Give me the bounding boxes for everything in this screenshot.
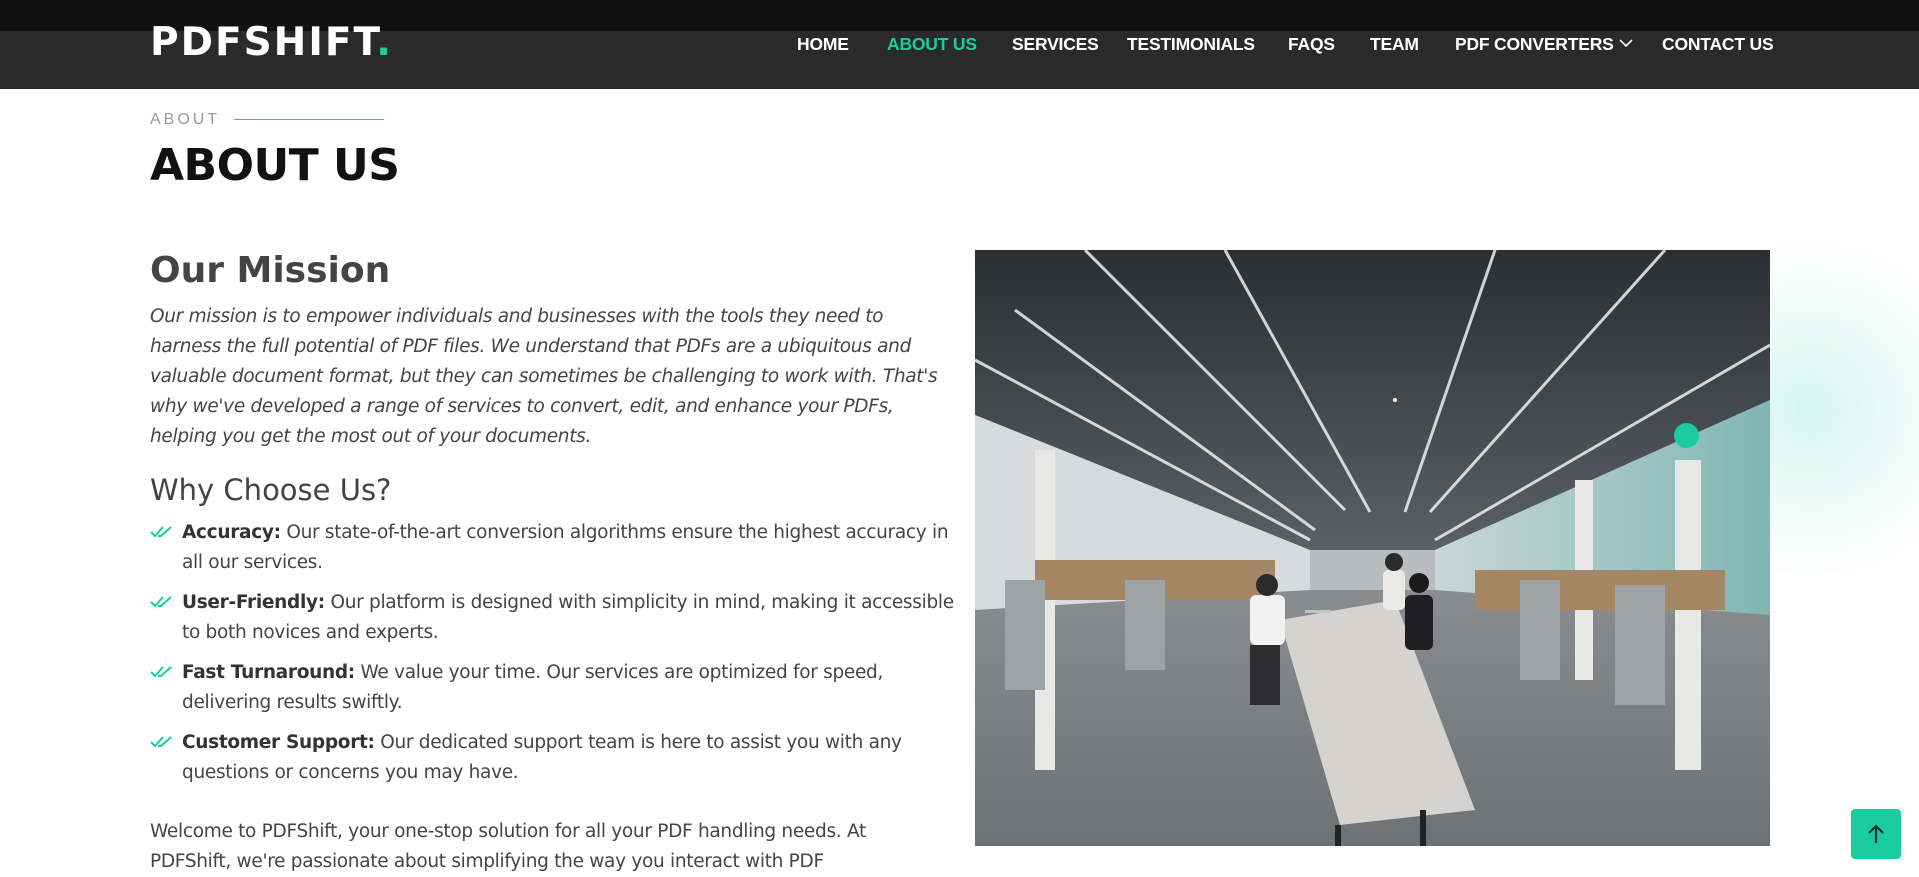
double-check-icon: [150, 666, 172, 678]
features-list: Accuracy: Our state-of-the-art conversio…: [150, 518, 960, 798]
nav-pdf-converters[interactable]: PDF CONVERTERS: [1455, 31, 1633, 57]
double-check-icon: [150, 526, 172, 538]
feature-label: Fast Turnaround:: [182, 662, 355, 683]
logo-dot: .: [376, 20, 393, 65]
eyebrow-divider: [234, 119, 384, 120]
nav-home[interactable]: HOME: [797, 31, 849, 57]
feature-item-fast-turnaround: Fast Turnaround: We value your time. Our…: [150, 658, 960, 718]
feature-label: User-Friendly:: [182, 592, 325, 613]
mission-title: Our Mission: [150, 250, 391, 291]
nav-faqs[interactable]: FAQS: [1288, 31, 1335, 57]
nav-team[interactable]: TEAM: [1370, 31, 1419, 57]
welcome-text: Welcome to PDFShift, your one-stop solut…: [150, 821, 866, 872]
double-check-icon: [150, 736, 172, 748]
section-eyebrow: ABOUT: [150, 111, 221, 128]
chevron-down-icon: [1619, 39, 1633, 48]
feature-item-user-friendly: User-Friendly: Our platform is designed …: [150, 588, 960, 648]
nav-contact-us[interactable]: CONTACT US: [1662, 31, 1774, 57]
logo[interactable]: PDFSHIFT.: [150, 18, 393, 68]
feature-label: Accuracy:: [182, 522, 281, 543]
back-to-top-button[interactable]: [1851, 809, 1901, 859]
page-title: ABOUT US: [150, 140, 400, 191]
arrow-up-icon: [1868, 824, 1884, 843]
mission-text: Our mission is to empower individuals an…: [150, 306, 938, 447]
why-choose-us-title: Why Choose Us?: [150, 473, 392, 507]
feature-item-accuracy: Accuracy: Our state-of-the-art conversio…: [150, 518, 960, 578]
feature-label: Customer Support:: [182, 732, 375, 753]
nav-services[interactable]: SERVICES: [1012, 31, 1099, 57]
feature-text: Our state-of-the-art conversion algorith…: [182, 522, 949, 573]
office-illustration: [975, 250, 1770, 846]
feature-item-customer-support: Customer Support: Our dedicated support …: [150, 728, 960, 788]
nav-testimonials[interactable]: TESTIMONIALS: [1127, 31, 1255, 57]
nav-pdf-converters-label: PDF CONVERTERS: [1455, 34, 1614, 54]
accent-dot: [1674, 423, 1699, 448]
double-check-icon: [150, 596, 172, 608]
office-photo: [975, 250, 1770, 846]
logo-text: PDFSHIFT: [150, 20, 377, 65]
nav-about-us[interactable]: ABOUT US: [887, 31, 977, 57]
